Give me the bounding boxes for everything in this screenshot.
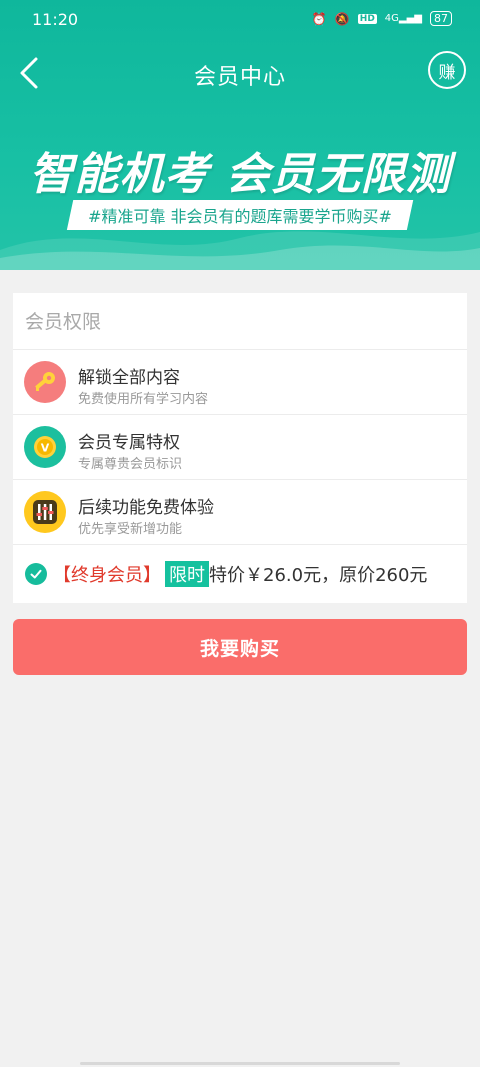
benefit-title: 后续功能免费体验	[78, 498, 214, 518]
benefit-item-unlock: 解锁全部内容 免费使用所有学习内容	[13, 350, 467, 415]
price-text: 特价￥26.0元，原价260元	[209, 565, 428, 586]
benefits-card: 会员权限 解锁全部内容 免费使用所有学习内容 V 会员专属特权 专属尊贵会员标识	[13, 293, 467, 603]
battery-icon: 87	[430, 11, 452, 26]
vip-coin-icon: V	[24, 426, 66, 468]
home-indicator	[80, 1062, 400, 1065]
alarm-icon: ⏰	[311, 11, 327, 26]
limited-time-badge: 限时	[165, 561, 209, 587]
sliders-icon	[24, 491, 66, 533]
status-icons: ⏰ 🔕 HD 4G▂▄▆ 87	[312, 11, 452, 26]
hd-icon: HD	[357, 13, 377, 24]
mute-icon: 🔕	[334, 11, 350, 26]
earn-coin-icon[interactable]: 赚	[428, 51, 466, 89]
status-time: 11:20	[32, 10, 79, 29]
plan-name: 【终身会员】	[53, 565, 161, 586]
benefit-item-exclusive: V 会员专属特权 专属尊贵会员标识	[13, 415, 467, 480]
check-circle-icon[interactable]	[25, 563, 47, 585]
page-title: 会员中心	[193, 65, 286, 90]
svg-text:V: V	[41, 442, 50, 455]
banner-title: 智能机考 会员无限测	[29, 149, 451, 200]
benefit-desc: 优先享受新增功能	[78, 522, 183, 537]
status-bar: 11:20 ⏰ 🔕 HD 4G▂▄▆ 87	[0, 0, 480, 40]
benefit-title: 解锁全部内容	[78, 368, 180, 388]
benefit-item-future: 后续功能免费体验 优先享受新增功能	[13, 480, 467, 545]
nav-bar: 会员中心 赚	[0, 45, 480, 99]
lifetime-plan-option[interactable]: 【终身会员】 限时 特价￥26.0元，原价260元	[13, 545, 467, 603]
buy-button[interactable]: 我要购买	[13, 619, 467, 675]
benefit-desc: 免费使用所有学习内容	[78, 392, 209, 407]
key-icon	[24, 361, 66, 403]
wave-decoration	[0, 231, 480, 270]
benefit-title: 会员专属特权	[78, 433, 180, 453]
benefits-section-title: 会员权限	[13, 293, 467, 350]
network-type: 4G	[384, 13, 399, 24]
header-banner: 11:20 ⏰ 🔕 HD 4G▂▄▆ 87 会员中心 赚 智能机考 会员无限测 …	[0, 0, 480, 270]
benefit-desc: 专属尊贵会员标识	[78, 457, 183, 472]
earn-label: 赚	[438, 62, 456, 83]
signal-icon: 4G▂▄▆	[384, 13, 422, 24]
